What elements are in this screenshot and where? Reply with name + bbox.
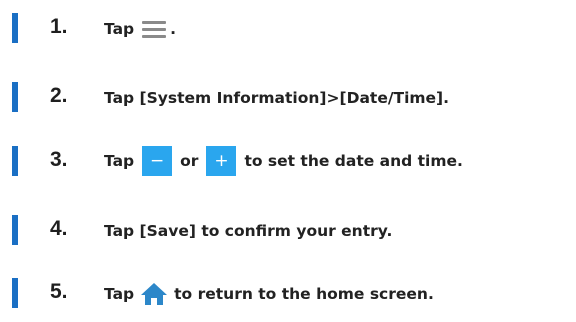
- step-marker: [12, 13, 18, 43]
- step-text: Tap to return to the home screen.: [104, 282, 434, 306]
- step-text: Tap [Save] to confirm your entry.: [104, 219, 392, 243]
- step-1: 1. Tap .: [0, 13, 576, 43]
- step-4: 4. Tap [Save] to confirm your entry.: [0, 215, 576, 245]
- step-marker: [12, 146, 18, 176]
- step-2: 2. Tap [System Information]>[Date/Time].: [0, 82, 576, 112]
- step-number: 1.: [50, 15, 68, 38]
- step-text: Tap − or + to set the date and time.: [104, 146, 463, 176]
- plus-button-icon: +: [206, 146, 237, 176]
- home-icon: [140, 282, 168, 306]
- step-number: 3.: [50, 148, 68, 171]
- step-text-before: Tap: [104, 20, 135, 38]
- hamburger-menu-icon: [140, 17, 168, 41]
- step-3: 3. Tap − or + to set the date and time.: [0, 146, 576, 176]
- step-text-content: Tap [System Information]>[Date/Time].: [104, 89, 450, 107]
- step-number: 2.: [50, 84, 68, 107]
- step-marker: [12, 82, 18, 112]
- step-text-middle: or: [180, 152, 199, 170]
- step-text-after: .: [170, 20, 177, 38]
- step-number: 5.: [50, 280, 68, 303]
- step-text-content: Tap [Save] to confirm your entry.: [104, 222, 393, 240]
- step-number: 4.: [50, 217, 68, 240]
- minus-button-icon: −: [142, 146, 173, 176]
- step-text: Tap .: [104, 17, 176, 41]
- step-text-after: to set the date and time.: [244, 152, 463, 170]
- step-text-after: to return to the home screen.: [174, 285, 434, 303]
- step-marker: [12, 278, 18, 308]
- step-text-before: Tap: [104, 152, 135, 170]
- step-5: 5. Tap to return to the home screen.: [0, 278, 576, 308]
- step-text: Tap [System Information]>[Date/Time].: [104, 86, 449, 110]
- step-marker: [12, 215, 18, 245]
- step-text-before: Tap: [104, 285, 135, 303]
